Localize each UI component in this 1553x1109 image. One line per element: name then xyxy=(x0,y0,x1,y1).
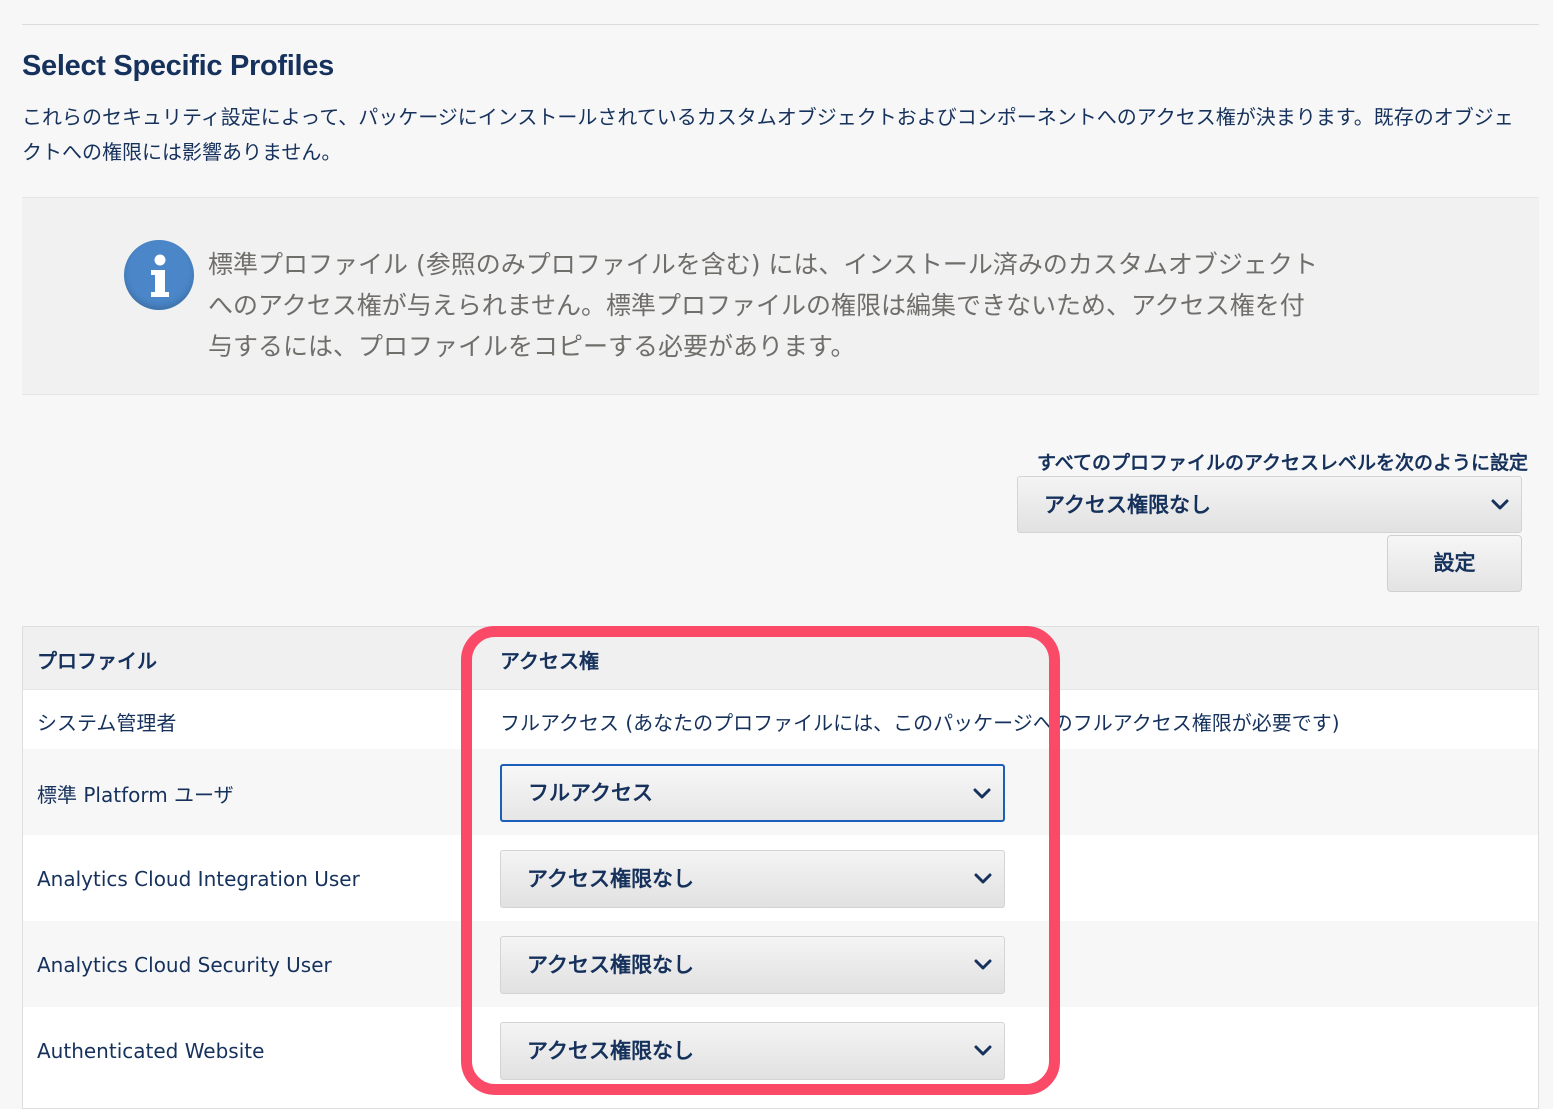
profile-name: Analytics Cloud Integration User xyxy=(37,867,360,891)
page: Select Specific Profiles これらのセキュリティ設定によっ… xyxy=(0,0,1553,1109)
chevron-down-icon xyxy=(973,788,991,799)
bulk-access-select-value: アクセス権限なし xyxy=(1044,493,1211,517)
set-button[interactable]: 設定 xyxy=(1387,535,1522,592)
column-header-access: アクセス権 xyxy=(500,649,599,673)
table-row: Authenticated Website アクセス権限なし xyxy=(23,1007,1538,1109)
table-row: Analytics Cloud Security User アクセス権限なし xyxy=(23,921,1538,1007)
profile-name: 標準 Platform ユーザ xyxy=(37,783,234,807)
access-level-select[interactable]: アクセス権限なし xyxy=(500,936,1005,994)
table-header: プロファイル アクセス権 xyxy=(23,627,1538,690)
table-row: Analytics Cloud Integration User アクセス権限な… xyxy=(23,835,1538,921)
profile-name: システム管理者 xyxy=(37,711,177,735)
bulk-access-select[interactable]: アクセス権限なし xyxy=(1017,476,1522,533)
section-title: Select Specific Profiles xyxy=(22,50,334,82)
access-level-select-value: アクセス権限なし xyxy=(527,1039,694,1063)
bulk-access-label: すべてのプロファイルのアクセスレベルを次のように設定 xyxy=(1037,452,1528,474)
access-level-select-value: フルアクセス xyxy=(528,781,653,805)
table-row: 標準 Platform ユーザ フルアクセス xyxy=(23,749,1538,835)
chevron-down-icon xyxy=(974,959,992,970)
chevron-down-icon xyxy=(974,1045,992,1056)
access-level-select[interactable]: アクセス権限なし xyxy=(500,850,1005,908)
info-message-text: 標準プロファイル (参照のみプロファイルを含む) には、インストール済みのカスタ… xyxy=(208,250,1318,361)
section-description: これらのセキュリティ設定によって、パッケージにインストールされているカスタムオブ… xyxy=(22,105,1514,164)
profile-access-table: プロファイル アクセス権 システム管理者 フルアクセス (あなたのプロファイルに… xyxy=(22,626,1539,1109)
table-row: システム管理者 フルアクセス (あなたのプロファイルには、このパッケージへのフル… xyxy=(23,689,1538,749)
top-divider xyxy=(22,24,1539,25)
access-level-select-value: アクセス権限なし xyxy=(527,953,694,977)
chevron-down-icon xyxy=(974,873,992,884)
access-level-select[interactable]: フルアクセス xyxy=(500,764,1005,822)
access-level-select[interactable]: アクセス権限なし xyxy=(500,1022,1005,1080)
info-message-box: 標準プロファイル (参照のみプロファイルを含む) には、インストール済みのカスタ… xyxy=(22,197,1539,395)
info-icon xyxy=(124,240,194,310)
access-level-text: フルアクセス (あなたのプロファイルには、このパッケージへのフルアクセス権限が必… xyxy=(500,711,1340,735)
access-level-select-value: アクセス権限なし xyxy=(527,867,694,891)
profile-name: Analytics Cloud Security User xyxy=(37,953,332,977)
column-header-profile: プロファイル xyxy=(37,649,157,673)
profile-name: Authenticated Website xyxy=(37,1039,265,1063)
chevron-down-icon xyxy=(1491,499,1509,510)
